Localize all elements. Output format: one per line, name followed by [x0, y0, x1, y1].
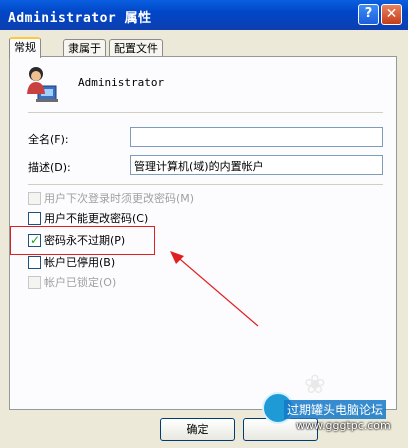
watermark-name: 过期罐头电脑论坛 — [284, 400, 387, 419]
tab-general[interactable]: 常规 — [9, 37, 41, 58]
ok-button[interactable]: 确定 — [160, 418, 235, 441]
watermark-url: www.gggtpc.com — [296, 419, 391, 432]
watermark: 过期罐头电脑论坛 www.gggtpc.com — [262, 392, 408, 438]
annotation-arrow-icon — [170, 251, 259, 327]
properties-dialog: Administrator 属性 ? ✕ 常规 隶属于 配置文件 Adminis… — [0, 0, 408, 448]
